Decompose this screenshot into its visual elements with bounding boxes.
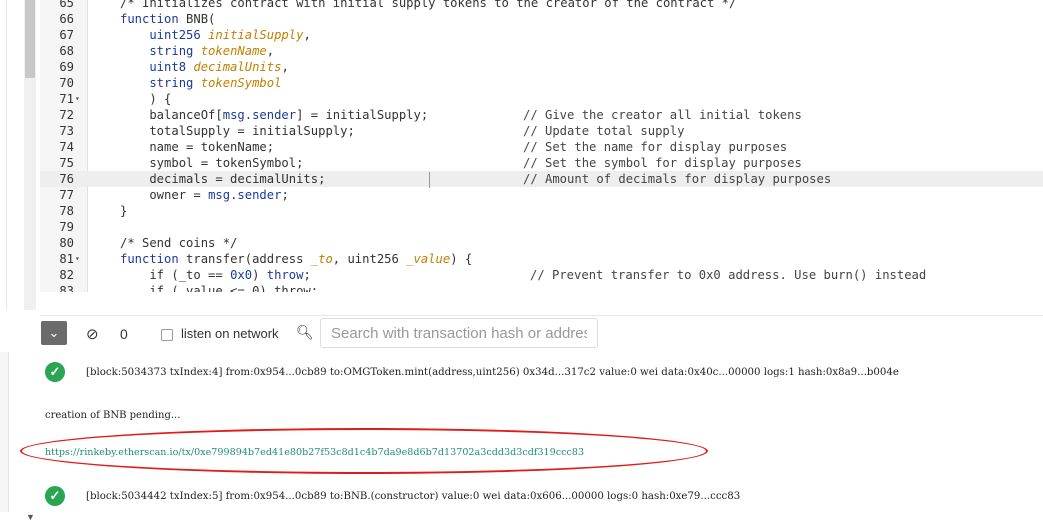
code-text: string tokenSymbol [120,76,282,90]
code-line[interactable]: 79 [40,219,1043,235]
line-number: 81 [59,252,74,266]
code-comment: // Prevent transfer to 0x0 address. Use … [530,268,927,282]
code-text: /* Initializes contract with initial sup… [120,0,737,10]
line-number: 69 [59,60,74,74]
line-number: 65 [59,0,74,10]
code-line[interactable]: 68 string tokenName, [40,43,1043,59]
code-comment: // Update total supply [523,124,685,138]
line-number: 67 [59,28,74,42]
success-check-icon: ✓ [45,486,65,506]
code-line[interactable]: 75 symbol = tokenSymbol; // Set the symbo… [40,155,1043,171]
etherscan-link[interactable]: https://rinkeby.etherscan.io/tx/0xe79989… [45,447,584,458]
line-number: 76 [59,172,74,186]
code-text: uint256 initialSupply, [120,28,311,42]
tx-log-entry[interactable]: [block:5034373 txIndex:4] from:0x954...0… [86,367,899,378]
line-number: 70 [59,76,74,90]
scroll-down-arrow-icon[interactable]: ▼ [26,512,35,522]
line-number: 80 [59,236,74,250]
search-icon: 🔍︎ [296,324,314,340]
code-comment: // Set the name for display purposes [523,140,788,154]
terminal-toolbar: ⌄ ⊘ 0 listen on network 🔍︎ [40,315,1043,352]
line-number: 72 [59,108,74,122]
line-number: 79 [59,220,74,234]
code-text: name = tokenName; [120,140,275,154]
code-text: /* Send coins */ [120,236,238,250]
listen-on-network-label: listen on network [181,326,279,341]
line-number: 74 [59,140,74,154]
text-cursor [429,172,430,188]
code-text: string tokenName, [120,44,275,58]
line-number: 83 [59,284,74,292]
code-text: owner = msg.sender; [120,188,289,202]
tx-log-entry[interactable]: [block:5034442 txIndex:5] from:0x954...0… [86,491,740,502]
line-number: 75 [59,156,74,170]
code-line[interactable]: 76 decimals = decimalUnits; // Amount of … [40,171,1043,187]
code-line[interactable]: 78} [40,203,1043,219]
line-number: 77 [59,188,74,202]
panel-scrollbar[interactable] [0,352,9,512]
code-line[interactable]: 70 string tokenSymbol [40,75,1043,91]
success-check-icon: ✓ [45,362,65,382]
listen-on-network-checkbox[interactable] [161,329,173,341]
code-text: ) { [120,92,172,106]
code-line[interactable]: 82 if (_to == 0x0) throw; // Prevent tran… [40,267,1043,283]
code-line[interactable]: 77 owner = msg.sender; [40,187,1043,203]
code-text: decimals = decimalUnits; [120,172,326,186]
pending-message: creation of BNB pending... [45,410,181,421]
code-text: } [120,204,128,218]
double-chevron-down-icon[interactable]: ⌄ [41,321,67,345]
code-comment: // Give the creator all initial tokens [523,108,802,122]
code-text: balanceOf[msg.sender] = initialSupply; [120,108,429,122]
search-input[interactable] [320,318,598,348]
code-line[interactable]: 72 balanceOf[msg.sender] = initialSupply… [40,107,1043,123]
code-line[interactable]: 65 /* Initializes contract with initial s… [40,0,1043,11]
code-line[interactable]: 73 totalSupply = initialSupply; // Update… [40,123,1043,139]
line-number: 78 [59,204,74,218]
editor-scrollbar-thumb[interactable] [25,0,35,78]
clear-console-icon[interactable]: ⊘ [86,325,99,343]
code-line[interactable]: 83 if (_value <= 0) throw; [40,283,1043,292]
code-text: if (_to == 0x0) throw; [120,268,311,282]
code-text: function transfer(address _to, uint256 _… [120,252,473,266]
pending-tx-count: 0 [120,326,128,342]
code-text: if (_value <= 0) throw; [120,284,319,292]
code-line[interactable]: 74 name = tokenName; // Set the name for … [40,139,1043,155]
divider [6,0,7,310]
line-number: 68 [59,44,74,58]
code-text: function BNB( [120,12,216,26]
code-comment: // Set the symbol for display purposes [523,156,802,170]
code-text: symbol = tokenSymbol; [120,156,304,170]
fold-toggle-icon[interactable]: ▾ [75,91,80,107]
code-comment: // Amount of decimals for display purpos… [523,172,832,186]
code-line[interactable]: 71 ▾ ) { [40,91,1043,107]
code-line[interactable]: 69 uint8 decimalUnits, [40,59,1043,75]
code-text: uint8 decimalUnits, [120,60,289,74]
code-line[interactable]: 80 /* Send coins */ [40,235,1043,251]
line-number: 82 [59,268,74,282]
code-line[interactable]: 67 uint256 initialSupply, [40,27,1043,43]
code-line[interactable]: 66 function BNB( [40,11,1043,27]
line-number: 66 [59,12,74,26]
fold-toggle-icon[interactable]: ▾ [75,251,80,267]
code-editor[interactable]: 65 /* Initializes contract with initial s… [40,0,1043,292]
line-number: 71 [59,92,74,106]
code-line[interactable]: 81 ▾ function transfer(address _to, uint25… [40,251,1043,267]
code-text: totalSupply = initialSupply; [120,124,355,138]
line-number: 73 [59,124,74,138]
